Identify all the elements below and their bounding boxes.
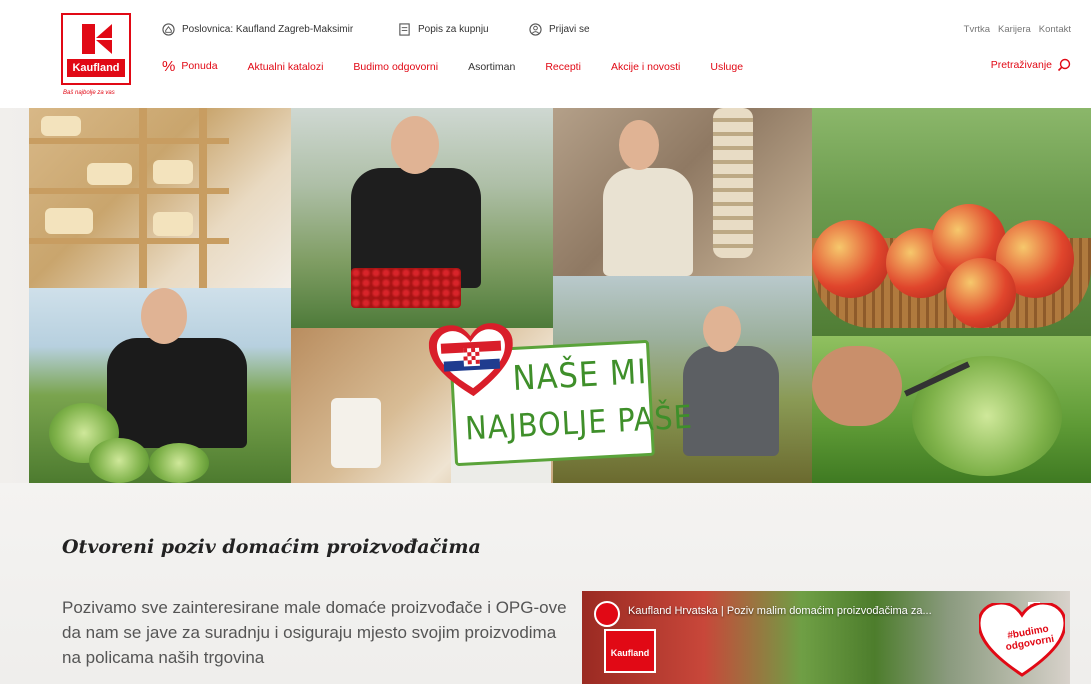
photo-cheese-shelves xyxy=(29,108,291,288)
kaufland-logo[interactable]: Kaufland xyxy=(61,13,131,85)
nav-item-catalogs[interactable]: Aktualni katalozi xyxy=(248,61,324,73)
video-kaufland-badge: Kaufland xyxy=(604,629,656,673)
channel-avatar[interactable] xyxy=(594,601,620,627)
main-nav: % Ponuda Aktualni katalozi Budimo odgovor… xyxy=(162,58,773,75)
store-selector[interactable]: Poslovnica: Kaufland Zagreb-Maksimir xyxy=(162,23,353,36)
nav-item-assortment[interactable]: Asortiman xyxy=(468,61,515,73)
shopping-list-icon xyxy=(399,23,410,36)
intro-title: Otvoreni poziv domaćim proizvođačima xyxy=(62,536,481,558)
nav-label-offers: Ponuda xyxy=(181,60,218,72)
top-link-company[interactable]: Tvrtka xyxy=(964,24,990,35)
nav-item-offers[interactable]: % Ponuda xyxy=(162,58,218,75)
login-link[interactable]: Prijavi se xyxy=(529,23,590,36)
badge-line-1: NAŠE MI xyxy=(511,352,649,399)
photo-lettuce-farmer xyxy=(29,288,291,483)
top-links: Tvrtka Karijera Kontakt xyxy=(964,24,1071,35)
nav-item-responsible[interactable]: Budimo odgovorni xyxy=(353,61,438,73)
top-link-career[interactable]: Karijera xyxy=(998,24,1031,35)
store-label: Poslovnica: Kaufland Zagreb-Maksimir xyxy=(182,24,354,35)
video-title[interactable]: Kaufland Hrvatska | Poziv malim domaćim … xyxy=(628,605,932,617)
search-button[interactable]: Pretraživanje xyxy=(991,58,1071,72)
photo-strawberry-farmer xyxy=(291,108,553,328)
logo-text: Kaufland xyxy=(67,59,125,77)
nav-item-promotions[interactable]: Akcije i novosti xyxy=(611,61,680,73)
intro-text: Pozivamo sve zainteresirane male domaće … xyxy=(62,598,567,667)
store-pin-icon xyxy=(162,23,175,36)
user-icon xyxy=(529,23,542,36)
shopping-list-link[interactable]: Popis za kupnju xyxy=(398,23,489,36)
campaign-badge: NAŠE MI NAJBOLJE PAŠE xyxy=(428,323,694,467)
photo-garlic-woman xyxy=(553,108,812,276)
hero-collage: NAŠE MI NAJBOLJE PAŠE xyxy=(0,108,1091,483)
video-player[interactable]: Kaufland Hrvatska | Poziv malim domaćim … xyxy=(582,591,1070,684)
site-header: Kaufland Baš najbolje za vas Poslovnica:… xyxy=(0,0,1091,108)
croatia-heart-icon xyxy=(428,323,513,397)
login-label: Prijavi se xyxy=(549,24,590,35)
search-icon xyxy=(1057,58,1071,72)
nav-item-services[interactable]: Usluge xyxy=(710,61,743,73)
logo-k-icon xyxy=(82,24,112,54)
photo-apples-basket xyxy=(812,108,1091,336)
nav-item-recipes[interactable]: Recepti xyxy=(545,61,581,73)
search-label: Pretraživanje xyxy=(990,59,1052,71)
shopping-list-label: Popis za kupnju xyxy=(418,24,489,35)
slogan: Baš najbolje za vas xyxy=(63,90,115,96)
photo-lettuce-hands xyxy=(812,336,1091,483)
percent-icon: % xyxy=(162,58,176,75)
intro-section: Otvoreni poziv domaćim proizvođačima Poz… xyxy=(0,483,1091,684)
top-link-contact[interactable]: Kontakt xyxy=(1039,24,1071,35)
